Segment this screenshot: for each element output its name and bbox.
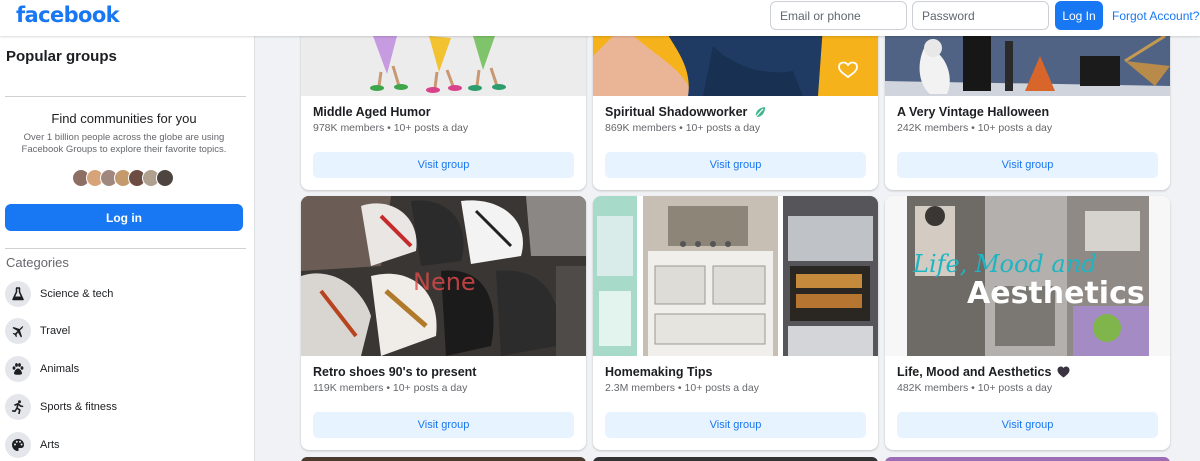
facebook-logo[interactable]: facebook xyxy=(16,3,120,27)
group-card[interactable]: Life, Mood and Aesthetics Life, Mood and… xyxy=(885,196,1170,450)
group-cover-image xyxy=(593,26,878,96)
runner-icon xyxy=(5,394,31,420)
sidebar-login-button[interactable]: Log in xyxy=(5,204,243,231)
visit-group-button[interactable]: Visit group xyxy=(313,152,574,178)
divider xyxy=(5,248,246,249)
visit-group-button[interactable]: Visit group xyxy=(313,412,574,438)
group-name[interactable]: Life, Mood and Aesthetics xyxy=(897,365,1070,379)
category-travel[interactable]: Travel xyxy=(5,316,245,346)
category-science-tech[interactable]: Science & tech xyxy=(5,279,245,309)
group-card[interactable]: A Very Vintage Halloween 242K members • … xyxy=(885,26,1170,190)
group-name-text: Retro shoes 90's to present xyxy=(313,365,477,379)
watermark-text: Nene xyxy=(413,268,476,296)
avatar xyxy=(156,169,174,187)
palette-icon xyxy=(5,432,31,458)
divider xyxy=(5,96,246,97)
group-meta: 119K members • 10+ posts a day xyxy=(313,382,468,394)
group-card[interactable]: Middle Aged Humor 978K members • 10+ pos… xyxy=(301,26,586,190)
category-sports-fitness[interactable]: Sports & fitness xyxy=(5,392,245,422)
group-name-text: Life, Mood and Aesthetics xyxy=(897,365,1052,379)
group-name[interactable]: A Very Vintage Halloween xyxy=(897,105,1049,119)
group-name-text: Spiritual Shadowworker xyxy=(605,105,748,119)
password-field[interactable] xyxy=(912,1,1049,30)
member-avatars xyxy=(72,169,182,189)
visit-group-button[interactable]: Visit group xyxy=(605,152,866,178)
group-cover-image: Nene xyxy=(301,196,586,356)
group-name-text: A Very Vintage Halloween xyxy=(897,105,1050,119)
visit-group-button[interactable]: Visit group xyxy=(605,412,866,438)
group-name[interactable]: Middle Aged Humor xyxy=(313,105,431,119)
email-field[interactable] xyxy=(770,1,907,30)
group-name[interactable]: Spiritual Shadowworker xyxy=(605,105,767,119)
category-animals[interactable]: Animals xyxy=(5,354,245,384)
find-communities-description: Over 1 billion people across the globe a… xyxy=(21,132,227,155)
visit-group-button[interactable]: Visit group xyxy=(897,152,1158,178)
cover-title-line2: Aesthetics xyxy=(967,276,1145,311)
group-meta: 242K members • 10+ posts a day xyxy=(897,122,1053,134)
paw-icon xyxy=(5,356,31,382)
group-card[interactable]: Nene Retro shoes 90's to present 119K me… xyxy=(301,196,586,450)
group-name[interactable]: Homemaking Tips xyxy=(605,365,712,379)
forgot-account-link[interactable]: Forgot Account? xyxy=(1112,9,1199,23)
category-label: Sports & fitness xyxy=(40,401,118,413)
group-card-next[interactable] xyxy=(885,457,1170,461)
find-communities-title: Find communities for you xyxy=(51,111,197,126)
group-name-text: Homemaking Tips xyxy=(605,365,713,379)
category-label: Animals xyxy=(40,363,80,375)
group-meta: 482K members • 10+ posts a day xyxy=(897,382,1053,394)
group-cover-image xyxy=(593,196,878,356)
group-card[interactable]: Spiritual Shadowworker 869K members • 10… xyxy=(593,26,878,190)
category-label: Science & tech xyxy=(40,288,114,300)
leaf-emoji-icon xyxy=(753,106,767,119)
group-meta: 869K members • 10+ posts a day xyxy=(605,122,761,134)
flask-icon xyxy=(5,281,31,307)
group-cover-image xyxy=(301,26,586,96)
black-heart-icon xyxy=(1057,366,1070,378)
category-label: Arts xyxy=(40,439,60,451)
group-cover-image: Life, Mood and Aesthetics xyxy=(885,196,1170,356)
category-label: Travel xyxy=(40,325,71,337)
sidebar-title: Popular groups xyxy=(6,48,117,65)
group-card[interactable]: Homemaking Tips 2.3M members • 10+ posts… xyxy=(593,196,878,450)
group-card-next[interactable] xyxy=(301,457,586,461)
top-navbar: facebook Log In Forgot Account? xyxy=(0,0,1200,36)
group-name[interactable]: Retro shoes 90's to present xyxy=(313,365,476,379)
airplane-icon xyxy=(5,318,31,344)
group-name-text: Middle Aged Humor xyxy=(313,105,431,119)
groups-grid: Middle Aged Humor 978K members • 10+ pos… xyxy=(301,26,1170,461)
categories-title: Categories xyxy=(6,255,69,270)
group-meta: 978K members • 10+ posts a day xyxy=(313,122,469,134)
visit-group-button[interactable]: Visit group xyxy=(897,412,1158,438)
group-cover-image xyxy=(885,26,1170,96)
cover-title-line1: Life, Mood and xyxy=(912,250,1097,278)
group-card-next[interactable] xyxy=(593,457,878,461)
sidebar: Popular groups Find communities for you … xyxy=(0,36,255,461)
login-button[interactable]: Log In xyxy=(1055,1,1103,30)
group-meta: 2.3M members • 10+ posts a day xyxy=(605,382,759,394)
category-arts[interactable]: Arts xyxy=(5,430,245,460)
